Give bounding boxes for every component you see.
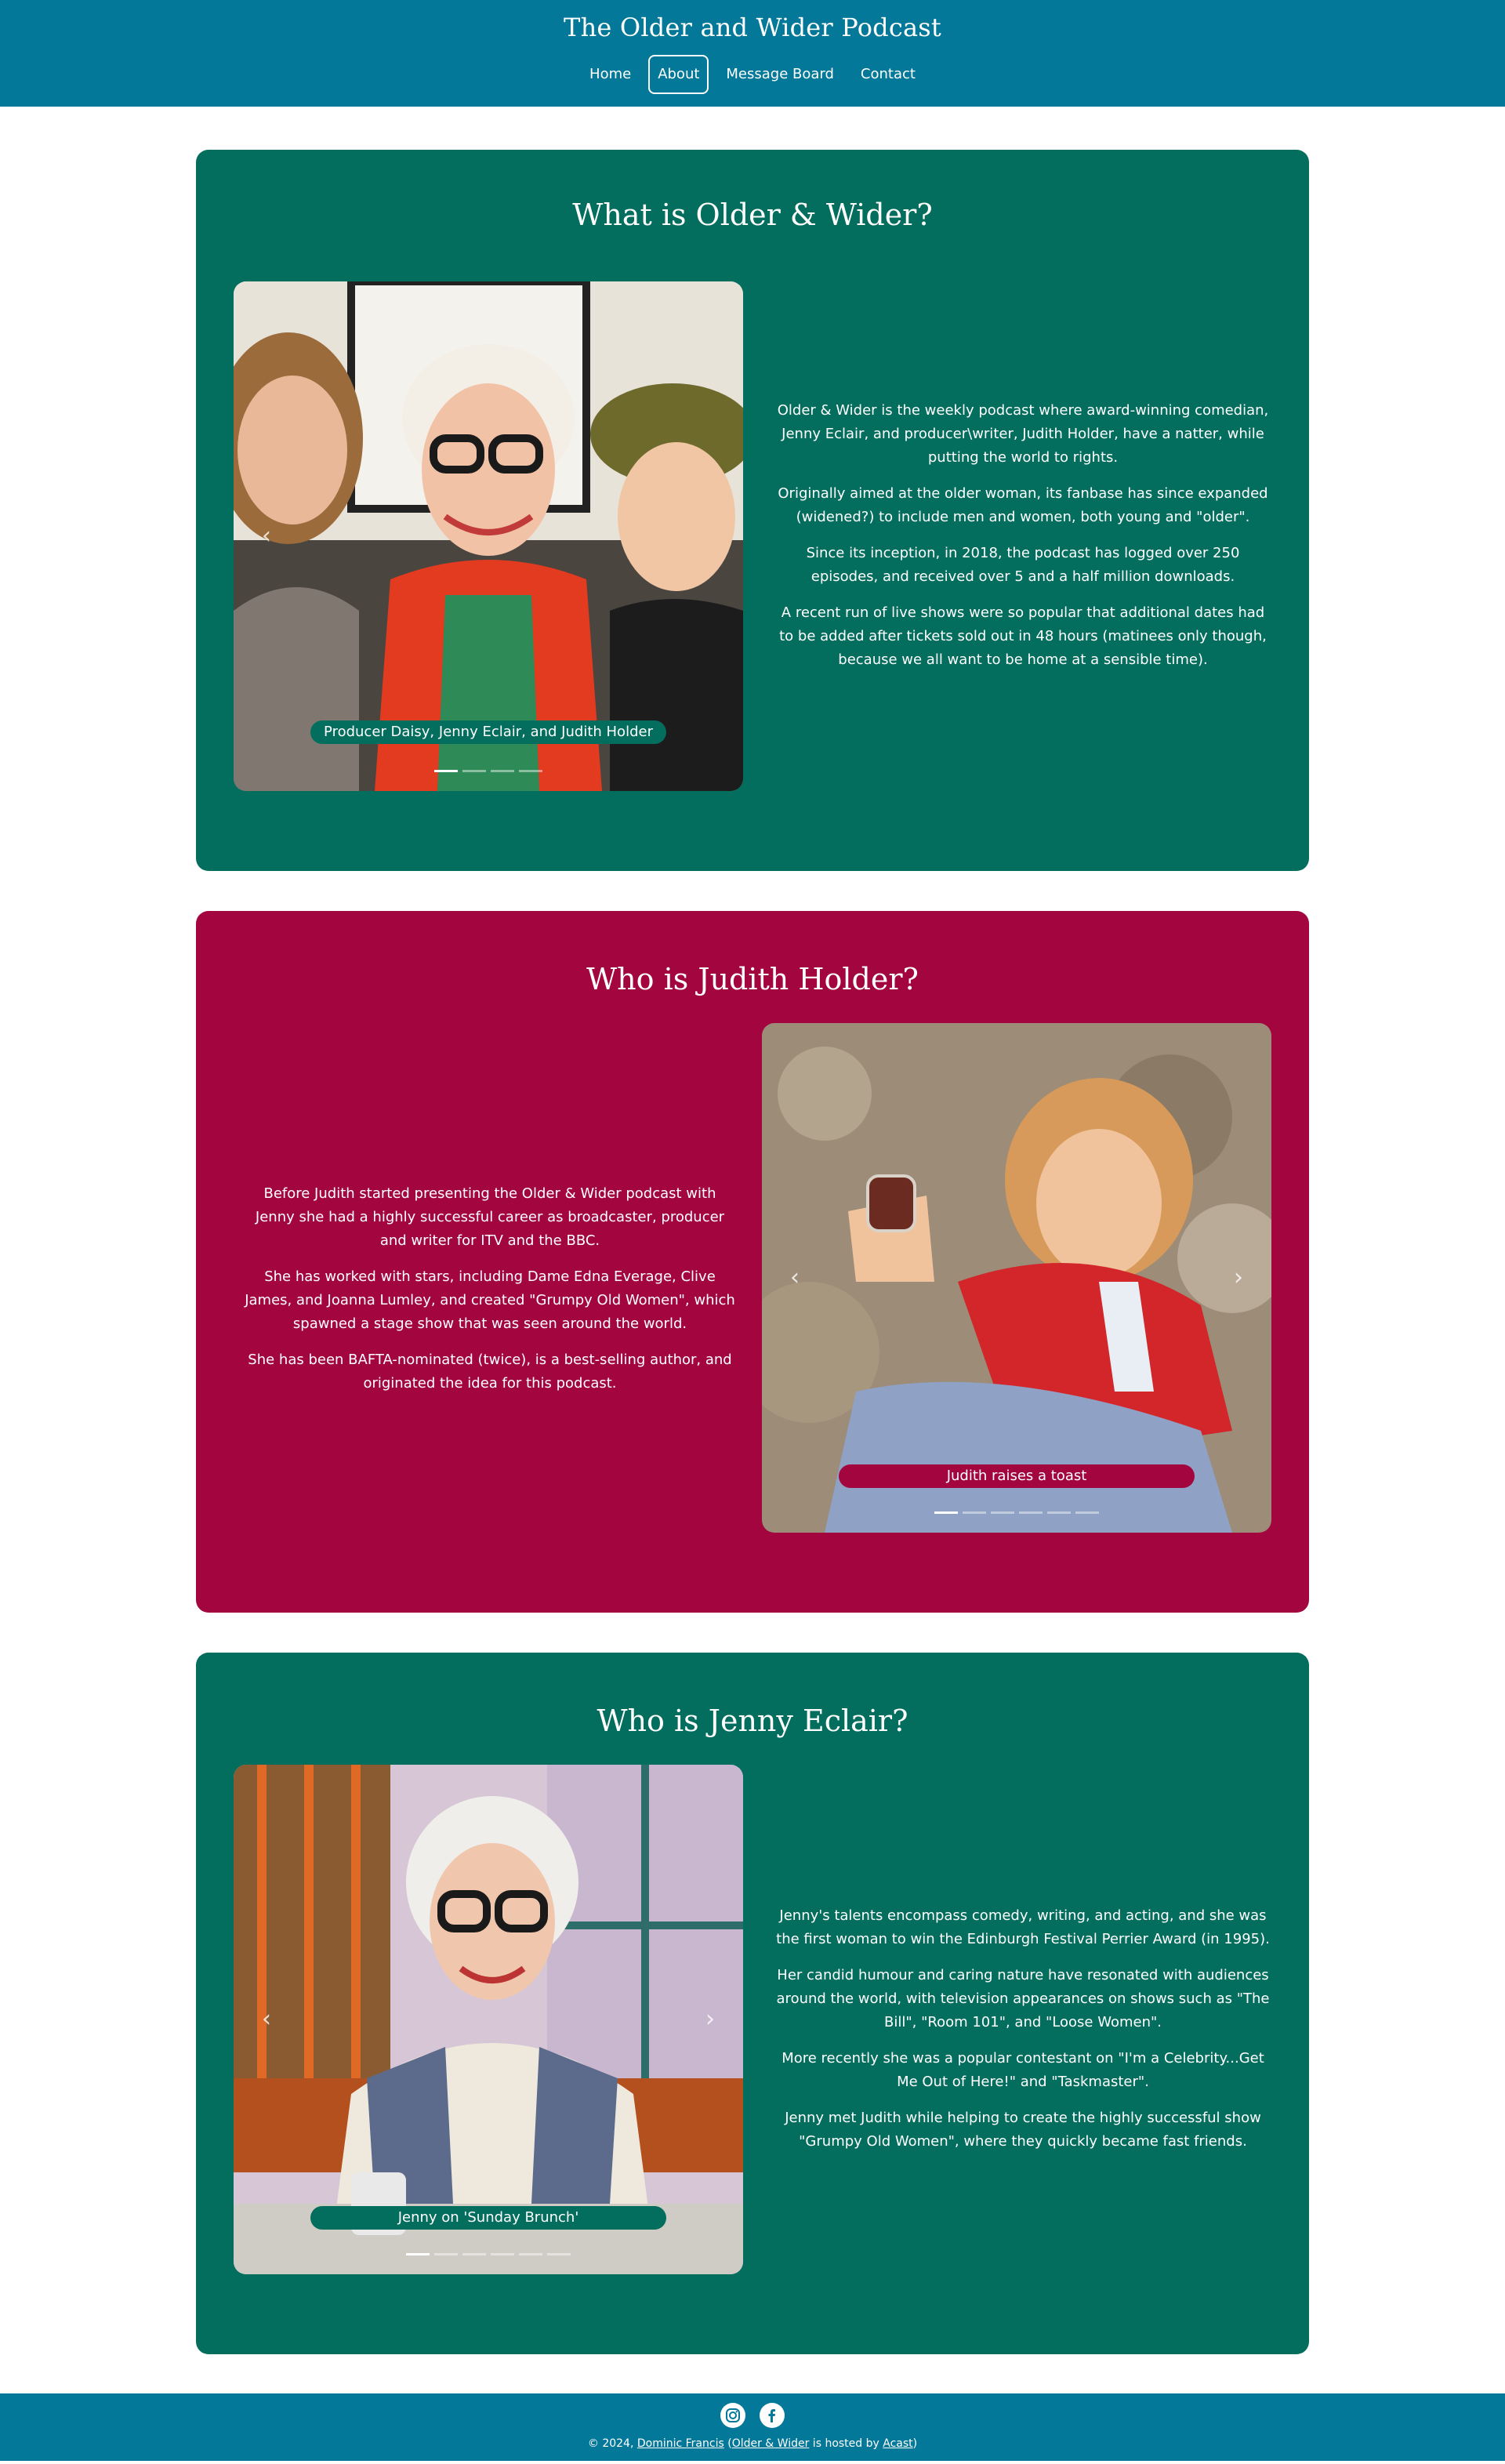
facebook-icon[interactable]	[760, 2403, 785, 2428]
footer-text: is hosted by	[809, 2437, 883, 2450]
nav-message-board[interactable]: Message Board	[716, 55, 843, 94]
paragraph: She has been BAFTA-nominated (twice), is…	[248, 1352, 732, 1392]
paragraph: Originally aimed at the older woman, its…	[778, 485, 1268, 525]
carousel-dot[interactable]	[519, 2253, 542, 2255]
paragraph: She has worked with stars, including Dam…	[245, 1268, 735, 1332]
carousel-dot[interactable]	[519, 770, 542, 772]
carousel-dot[interactable]	[1019, 1511, 1043, 1514]
photo-caption: Judith raises a toast	[839, 1464, 1195, 1488]
nav-home[interactable]: Home	[580, 55, 640, 94]
section-text: Before Judith started presenting the Old…	[243, 1182, 737, 1395]
author-link[interactable]: Dominic Francis	[637, 2437, 724, 2450]
main-nav: Home About Message Board Contact	[0, 55, 1505, 94]
carousel-dot[interactable]	[434, 770, 458, 772]
paragraph: A recent run of live shows were so popul…	[779, 604, 1267, 668]
instagram-icon[interactable]	[720, 2403, 745, 2428]
carousel-indicators	[762, 1511, 1271, 1514]
paragraph: Jenny's talents encompass comedy, writin…	[776, 1907, 1270, 1947]
section-who-is-jenny: Who is Jenny Eclair? ‹ › Jenny on 'Sunda…	[196, 1653, 1309, 2354]
section-what-is-older-wider: What is Older & Wider? ‹ Producer Daisy,…	[196, 150, 1309, 871]
site-title: The Older and Wider Podcast	[564, 13, 941, 42]
paragraph: Before Judith started presenting the Old…	[255, 1185, 725, 1249]
photo-caption: Producer Daisy, Jenny Eclair, and Judith…	[310, 720, 666, 744]
carousel-prev-icon[interactable]: ‹	[790, 1266, 800, 1290]
carousel-dot[interactable]	[991, 1511, 1014, 1514]
paragraph: Jenny met Judith while helping to create…	[785, 2110, 1261, 2150]
photo-caption: Jenny on 'Sunday Brunch'	[310, 2206, 666, 2230]
group-photo	[234, 281, 743, 791]
paragraph: More recently she was a popular contesta…	[782, 2050, 1264, 2090]
nav-contact[interactable]: Contact	[851, 55, 925, 94]
section-text: Jenny's talents encompass comedy, writin…	[776, 1904, 1270, 2154]
nav-about[interactable]: About	[648, 55, 709, 94]
jenny-photo	[234, 1765, 743, 2274]
photo-carousel[interactable]: ‹ › Jenny on 'Sunday Brunch'	[234, 1765, 743, 2274]
footer-credits: © 2024, Dominic Francis (Older & Wider i…	[0, 2434, 1505, 2453]
host-link[interactable]: Acast	[883, 2437, 912, 2450]
carousel-dot[interactable]	[934, 1511, 958, 1514]
site-footer: © 2024, Dominic Francis (Older & Wider i…	[0, 2393, 1505, 2461]
site-link[interactable]: Older & Wider	[732, 2437, 810, 2450]
photo-carousel[interactable]: ‹ Producer Daisy, Jenny Eclair, and Judi…	[234, 281, 743, 791]
carousel-next-icon[interactable]: ›	[705, 2008, 715, 2031]
photo-carousel[interactable]: ‹ › Judith raises a toast	[762, 1023, 1271, 1533]
site-header: The Older and Wider Podcast Home About M…	[0, 0, 1505, 107]
copyright-text: © 2024,	[587, 2437, 637, 2450]
carousel-dot[interactable]	[963, 1511, 986, 1514]
judith-photo	[762, 1023, 1271, 1533]
section-heading: What is Older & Wider?	[572, 198, 933, 232]
carousel-dot[interactable]	[406, 2253, 430, 2255]
carousel-prev-icon[interactable]: ‹	[262, 2008, 271, 2031]
paragraph: Since its inception, in 2018, the podcas…	[806, 545, 1240, 585]
section-heading: Who is Jenny Eclair?	[597, 1704, 908, 1738]
paragraph: Her candid humour and caring nature have…	[776, 1967, 1270, 2030]
paragraph: Older & Wider is the weekly podcast wher…	[777, 402, 1269, 466]
carousel-dot[interactable]	[1075, 1511, 1099, 1514]
carousel-dot[interactable]	[462, 770, 486, 772]
carousel-prev-icon[interactable]: ‹	[262, 524, 271, 548]
carousel-indicators	[234, 770, 743, 772]
carousel-dot[interactable]	[491, 2253, 514, 2255]
carousel-next-icon[interactable]: ›	[1234, 1266, 1243, 1290]
main-content: What is Older & Wider? ‹ Producer Daisy,…	[0, 107, 1505, 2354]
carousel-dot[interactable]	[434, 2253, 458, 2255]
carousel-indicators	[234, 2253, 743, 2255]
carousel-dot[interactable]	[462, 2253, 486, 2255]
section-text: Older & Wider is the weekly podcast wher…	[776, 399, 1270, 672]
footer-text: )	[912, 2437, 918, 2450]
section-who-is-judith: Who is Judith Holder? Before Judith star…	[196, 911, 1309, 1613]
carousel-dot[interactable]	[1047, 1511, 1071, 1514]
carousel-dot[interactable]	[491, 770, 514, 772]
footer-text: (	[723, 2437, 732, 2450]
carousel-dot[interactable]	[547, 2253, 571, 2255]
section-heading: Who is Judith Holder?	[586, 962, 919, 996]
social-links	[0, 2403, 1505, 2428]
